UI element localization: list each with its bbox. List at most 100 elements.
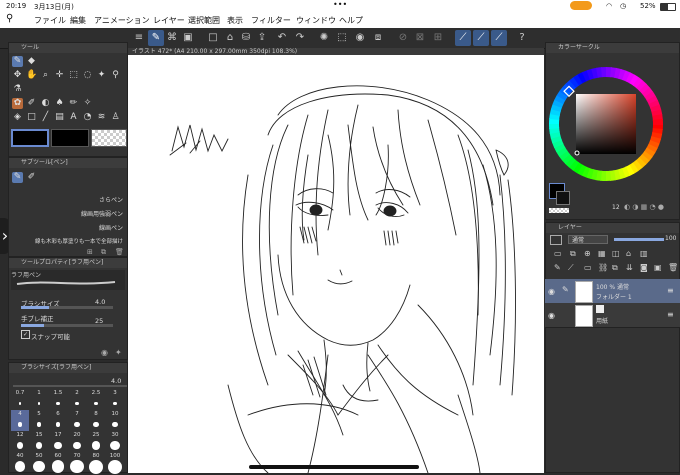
image-icon[interactable]: ▣ [180, 30, 196, 46]
snap-checkbox[interactable]: ✓ [21, 330, 30, 339]
delete-subtool-icon[interactable]: 🗑 [115, 248, 124, 256]
brush-size-cell[interactable]: 5 [30, 410, 48, 431]
pencil-tool-icon[interactable]: ✏ [68, 98, 79, 109]
layer-lock-alpha-icon[interactable]: ▦ [598, 249, 606, 258]
curve-icon[interactable]: ⟋ [473, 30, 489, 46]
link-layer-icon[interactable]: ⛓ [598, 263, 608, 272]
hue-segment[interactable] [652, 119, 663, 125]
smooth-icon[interactable]: ⟋ [491, 30, 507, 46]
brush-size-cell[interactable]: 2 [68, 389, 86, 410]
brush-size-cell[interactable]: 25 [87, 431, 105, 452]
menu-edit[interactable]: 編集 [70, 15, 86, 26]
layer-lock-icon[interactable] [550, 235, 562, 245]
brush-size-value[interactable]: 4.0 [95, 298, 105, 306]
brush-tool-icon[interactable]: ✐ [26, 98, 37, 109]
layer-row[interactable]: ◉ 用紙 ≡ [545, 303, 680, 328]
copy-layer-icon[interactable]: ⧉ [612, 263, 618, 273]
add-subtool-icon[interactable]: ⊞ [87, 248, 93, 256]
move-tool-icon[interactable]: ✥ [12, 70, 23, 81]
ruler-grid-icon[interactable]: ⊞ [430, 30, 446, 46]
main-color-swatch[interactable] [11, 129, 49, 147]
transform-tool-icon[interactable]: ✛ [54, 70, 65, 81]
brush-size-bar[interactable] [13, 385, 127, 387]
brush-size-cell[interactable]: 40 [11, 452, 29, 473]
hand-tool-icon[interactable]: ✋ [26, 70, 37, 81]
save-icon[interactable]: ⛁ [238, 30, 254, 46]
layer-tool-icon[interactable]: ▭ [554, 249, 562, 258]
brush-size-cell[interactable]: 10 [106, 410, 124, 431]
dropper-tool-icon[interactable]: ⚗ [12, 84, 23, 95]
app-logo-icon[interactable]: ⚲ [6, 13, 13, 24]
merge-layer-icon[interactable]: ⇊ [626, 263, 633, 272]
stabilization-slider[interactable] [21, 324, 113, 327]
magic-wand-tool-icon[interactable]: ✦ [96, 70, 107, 81]
marker-group-icon[interactable]: ✐ [26, 172, 37, 183]
drawing-canvas[interactable] [128, 55, 544, 474]
menu-window[interactable]: ウィンドウ [296, 15, 336, 26]
sub-color-swatch[interactable] [51, 129, 89, 147]
layer-clip-icon[interactable]: ⧉ [570, 249, 576, 259]
deselect-icon[interactable]: ⬚ [334, 30, 350, 46]
export-icon[interactable]: ⇪ [254, 30, 270, 46]
layer-menu-icon[interactable]: ≡ [667, 286, 674, 295]
brush-size-cell[interactable]: 20 [68, 431, 86, 452]
new-folder-icon[interactable]: ▭ [584, 263, 592, 272]
balloon-tool-icon[interactable]: ◔ [82, 112, 93, 123]
subtool-item[interactable]: 線画用強弱ペン [81, 209, 123, 218]
open-folder-icon[interactable]: ⌂ [222, 30, 238, 46]
brush-size-cell[interactable]: 2.5 [87, 389, 105, 410]
layer-row[interactable]: ◉ ✎ 100 % 通常 フォルダー 1 ≡ [545, 279, 680, 304]
loading-icon[interactable]: ✺ [316, 30, 332, 46]
stroke-icon[interactable]: ⟋ [455, 30, 471, 46]
menu-file[interactable]: ファイル [34, 15, 66, 26]
brush-size-cell[interactable]: 4 [11, 410, 29, 431]
pen-group-icon[interactable]: ✎ [12, 172, 23, 183]
document-tab[interactable]: イラスト 472* (A4 210.00 x 297.00mm 350dpi 1… [128, 48, 544, 55]
layer-mask-icon[interactable]: ◫ [612, 249, 620, 258]
brush-size-cell[interactable]: 6 [49, 410, 67, 431]
menu-animation[interactable]: アニメーション [94, 15, 150, 26]
lasso-tool-icon[interactable]: ◌ [82, 70, 93, 81]
menu-layer[interactable]: レイヤー [153, 15, 185, 26]
new-file-icon[interactable]: □ [205, 30, 221, 46]
decoration-tool-icon[interactable]: ✿ [12, 98, 23, 109]
delete-layer-icon[interactable]: 🗑 [668, 263, 678, 272]
ruler-snap-icon[interactable]: ⊠ [412, 30, 428, 46]
layer-menu-icon[interactable]: ≡ [667, 310, 674, 319]
brush-size-slider[interactable] [21, 306, 113, 309]
brush-size-cell[interactable]: 70 [68, 452, 86, 474]
brush-size-cell[interactable]: 30 [106, 431, 124, 452]
visibility-eye-icon[interactable]: ◉ [548, 287, 555, 296]
multitask-dots[interactable]: ••• [333, 0, 347, 9]
opacity-value[interactable]: 100 [665, 235, 676, 242]
brush-size-cell[interactable]: 100 [106, 452, 124, 474]
text-tool-icon[interactable]: A [68, 112, 79, 123]
help-icon[interactable]: ? [514, 30, 530, 46]
brush-size-cell[interactable]: 8 [87, 410, 105, 431]
fill-icon[interactable]: ◉ [352, 30, 368, 46]
transform-icon[interactable]: ⧈ [370, 30, 386, 46]
brush-size-cell[interactable]: 60 [49, 452, 67, 473]
copy-subtool-icon[interactable]: ⧉ [101, 248, 106, 257]
home-indicator[interactable] [249, 465, 419, 469]
rectangle-tool-icon[interactable]: □ [26, 112, 37, 123]
menu-selection[interactable]: 選択範囲 [188, 15, 220, 26]
menu-view[interactable]: 表示 [227, 15, 243, 26]
undo-icon[interactable]: ↶ [274, 30, 290, 46]
blend-tool-icon[interactable]: ◐ [40, 98, 51, 109]
ruler-off-icon[interactable]: ⊘ [395, 30, 411, 46]
pen-tool-icon[interactable]: ✎ [12, 56, 23, 67]
current-brush-size[interactable]: 4.0 [111, 377, 121, 385]
blend-mode-select[interactable]: 通常 [568, 235, 608, 244]
brush-size-cell[interactable]: 15 [30, 431, 48, 452]
brush-size-cell[interactable]: 1 [30, 389, 48, 410]
eyedropper-icon[interactable]: ⌘ [164, 30, 180, 46]
wrench-icon[interactable]: ✦ [115, 348, 122, 357]
brush-size-cell[interactable]: 17 [49, 431, 67, 452]
redo-icon[interactable]: ↷ [292, 30, 308, 46]
menu-help[interactable]: ヘルプ [339, 15, 363, 26]
transparent-indicator[interactable] [549, 208, 569, 213]
visibility-eye-icon[interactable]: ◉ [548, 311, 555, 320]
airbrush-tool-icon[interactable]: ♠ [54, 98, 65, 109]
sub-color-indicator[interactable] [556, 191, 570, 205]
